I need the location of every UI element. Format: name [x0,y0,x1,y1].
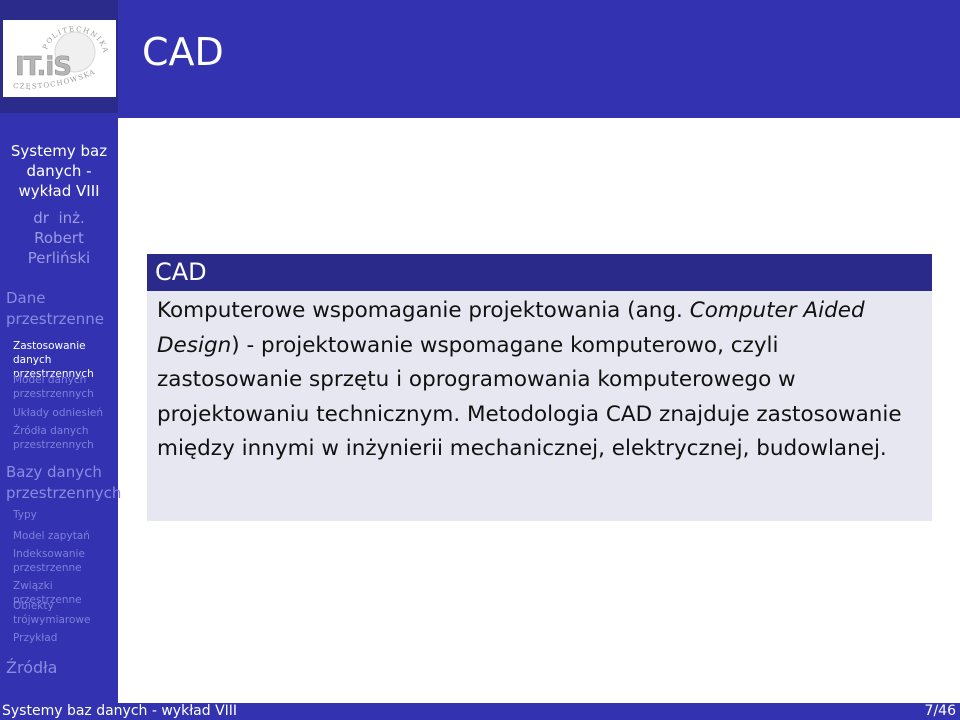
presentation-author[interactable]: dr inż. Robert Perliński [0,208,118,268]
logo-graphic: POLITECHNIKA CZĘSTOCHOWSKA IT.iS [13,25,108,91]
author-line: Robert [34,229,84,247]
nav-item-label: Zastosowanie danych [13,340,86,366]
nav-item-label: przestrzenne [13,562,82,574]
nav-item-zrodla-danych[interactable]: Źródła danych przestrzennych [13,424,94,452]
header-bar: CAD [118,0,960,118]
nav-item-label: przestrzennych [13,439,94,451]
nav-section-bazy-danych[interactable]: Bazy danych przestrzennych [6,462,121,504]
presentation-title[interactable]: Systemy baz danych - wykład VIII [0,141,118,201]
logo-area: POLITECHNIKA CZĘSTOCHOWSKA IT.iS [0,0,118,113]
footer-bar: Systemy baz danych - wykład VIII 7/46 [0,703,960,720]
nav-section-label: Dane [6,289,46,307]
author-line: dr inż. [0,208,118,228]
nav-item-obiekty-trojwymiarowe[interactable]: Obiekty trójwymiarowe [13,599,90,627]
block-body: Komputerowe wspomaganie projektowania (a… [147,291,932,521]
nav-section-label: Bazy danych [6,463,102,481]
nav-item-label: przestrzennych [13,388,94,400]
nav-item-typy[interactable]: Typy [13,508,37,522]
nav-item-label: Typy [13,509,37,521]
nav-section-label: przestrzennych [6,484,122,502]
author-line-text: dr inż. [33,209,85,227]
nav-item-label: Indeksowanie [13,548,85,560]
nav-section-label: przestrzenne [6,310,104,328]
block-title: CAD [147,254,932,291]
nav-section-dane-przestrzenne[interactable]: Dane przestrzenne [6,288,104,330]
nav-item-label: Układy odniesień [13,407,104,419]
block-text-part: ) - projektowanie wspomagane komputerowo… [157,332,902,462]
footer-presentation-title[interactable]: Systemy baz danych - wykład VIII [2,703,237,720]
frame-title: CAD [142,30,224,74]
university-logo: POLITECHNIKA CZĘSTOCHOWSKA IT.iS [3,20,116,97]
nav-item-model-zapytan[interactable]: Model zapytań [13,529,90,543]
presentation-title-line: danych - [26,162,92,180]
definition-block: CAD Komputerowe wspomaganie projektowani… [147,254,932,521]
nav-item-indeksowanie[interactable]: Indeksowanie przestrzenne [13,547,85,575]
footer-page-number: 7/46 [924,703,956,719]
nav-item-label: trójwymiarowe [13,614,91,626]
nav-section-zrodla[interactable]: Źródła [6,657,57,678]
presentation-title-line: Systemy baz [10,142,108,160]
logo-main-text: IT.iS [15,52,71,82]
nav-item-przyklad[interactable]: Przykład [13,631,57,645]
nav-item-model-danych[interactable]: Model danych przestrzennych [13,373,94,401]
nav-item-label: Model zapytań [13,530,90,542]
nav-item-uklady-odniesien[interactable]: Układy odniesień [13,406,103,420]
block-text-part: Komputerowe wspomaganie projektowania (a… [157,298,690,323]
nav-section-label: Źródła [6,658,58,677]
sidebar: Systemy baz danych - wykład VIII dr inż.… [0,113,121,703]
author-line: Perliński [27,249,91,267]
presentation-title-line: wykład VIII [18,182,100,200]
nav-item-label: Źródła danych [13,425,89,437]
nav-item-label: Obiekty [13,600,54,612]
nav-item-label: Model danych [13,374,87,386]
nav-item-label: Przykład [13,632,58,644]
